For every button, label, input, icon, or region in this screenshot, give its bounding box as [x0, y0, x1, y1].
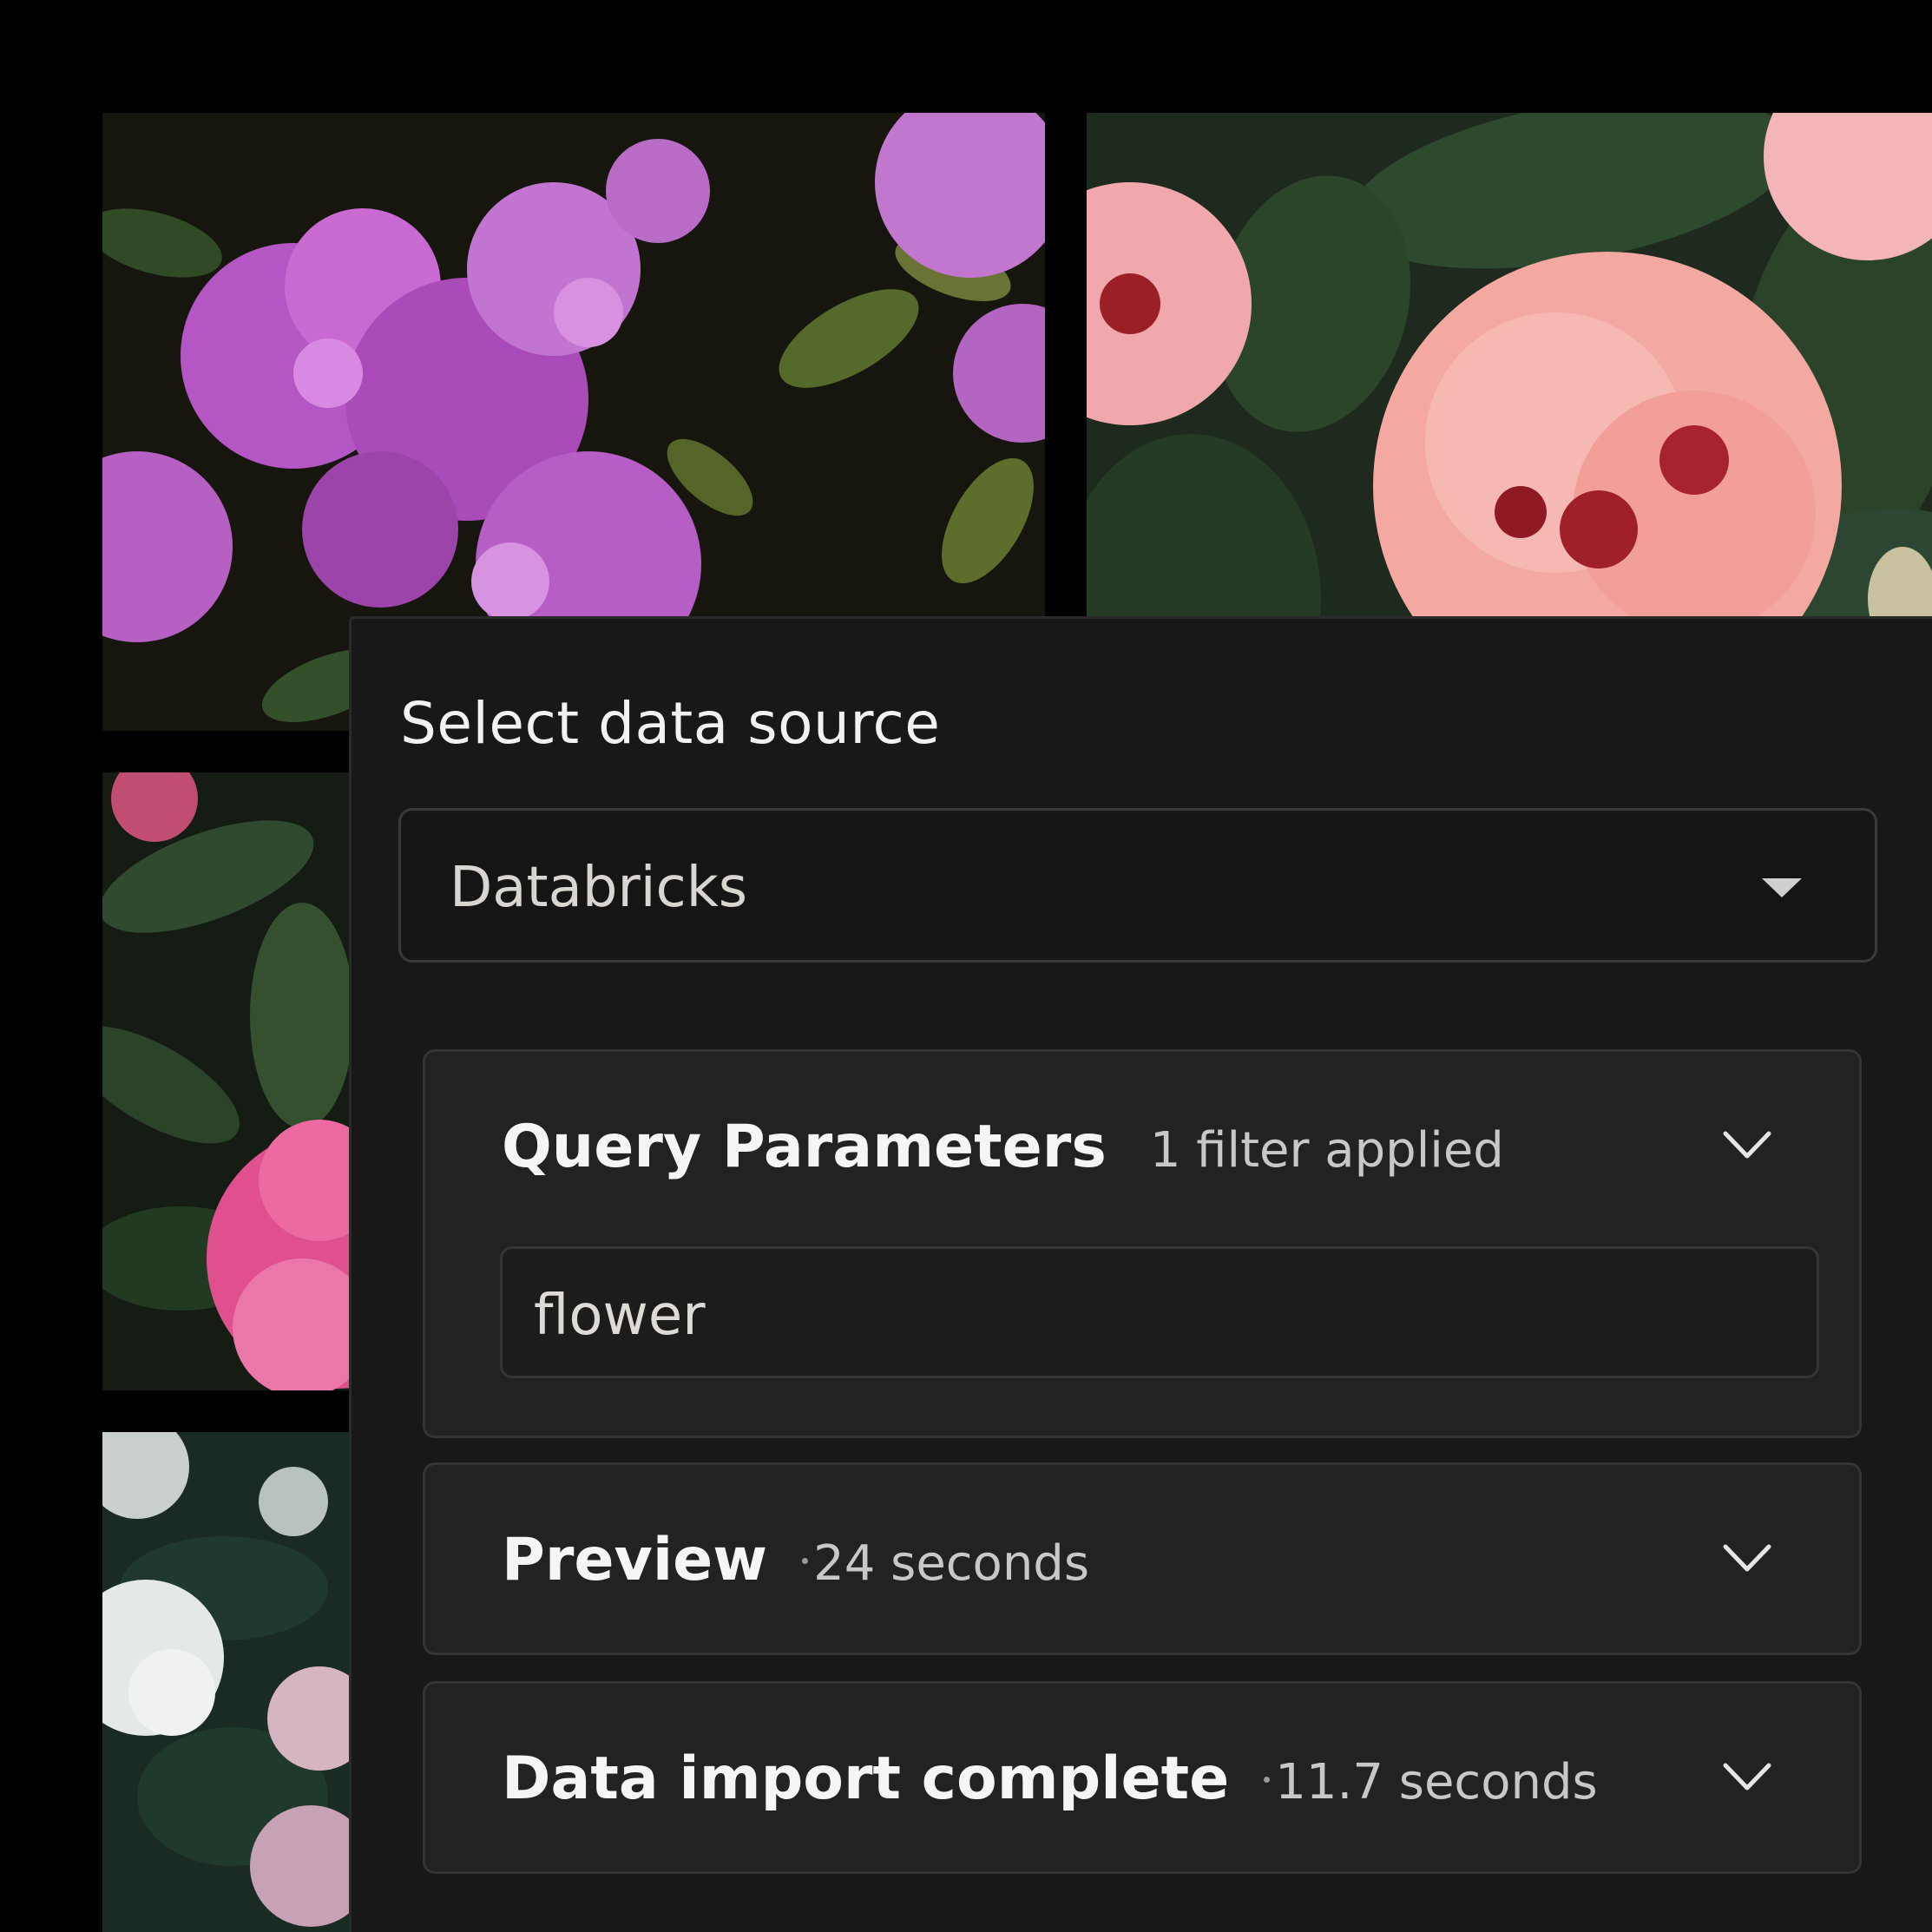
query-parameters-section[interactable]: Query Parameters 1 filter applied flower	[423, 1049, 1862, 1438]
data-source-selected-value: Databricks	[450, 856, 748, 920]
filter-count: 1 filter applied	[1149, 1122, 1504, 1179]
panel-title: Select data source	[400, 690, 941, 757]
gallery-image-white-flowers	[102, 1432, 354, 1932]
preview-duration: 24 seconds	[813, 1535, 1090, 1592]
data-import-section[interactable]: Data import complete 11.7 seconds	[423, 1681, 1862, 1874]
chevron-down-icon[interactable]	[1722, 1760, 1772, 1795]
preview-duration-wrap: 24 seconds	[802, 1535, 1089, 1592]
query-parameters-title: Query Parameters	[502, 1113, 1107, 1181]
data-source-select[interactable]: Databricks	[398, 808, 1877, 963]
preview-title: Preview	[502, 1526, 768, 1594]
data-source-panel: Select data source Databricks Query Para…	[349, 616, 1932, 1932]
chevron-down-icon[interactable]	[1722, 1541, 1772, 1576]
preview-header[interactable]: Preview 24 seconds	[502, 1526, 1089, 1594]
import-duration-wrap: 11.7 seconds	[1264, 1754, 1598, 1810]
query-parameters-header[interactable]: Query Parameters 1 filter applied	[502, 1113, 1504, 1181]
data-import-title: Data import complete	[502, 1745, 1230, 1813]
filter-input[interactable]: flower	[500, 1246, 1819, 1378]
data-import-header[interactable]: Data import complete 11.7 seconds	[502, 1745, 1598, 1813]
import-duration: 11.7 seconds	[1275, 1754, 1598, 1810]
preview-section[interactable]: Preview 24 seconds	[423, 1462, 1862, 1655]
chevron-down-icon[interactable]	[1722, 1128, 1772, 1163]
caret-down-icon	[1762, 878, 1802, 897]
gallery-image-magenta-flower	[102, 772, 354, 1390]
filter-input-value: flower	[534, 1284, 706, 1348]
dot-separator	[1264, 1777, 1271, 1784]
dot-separator	[802, 1558, 809, 1565]
